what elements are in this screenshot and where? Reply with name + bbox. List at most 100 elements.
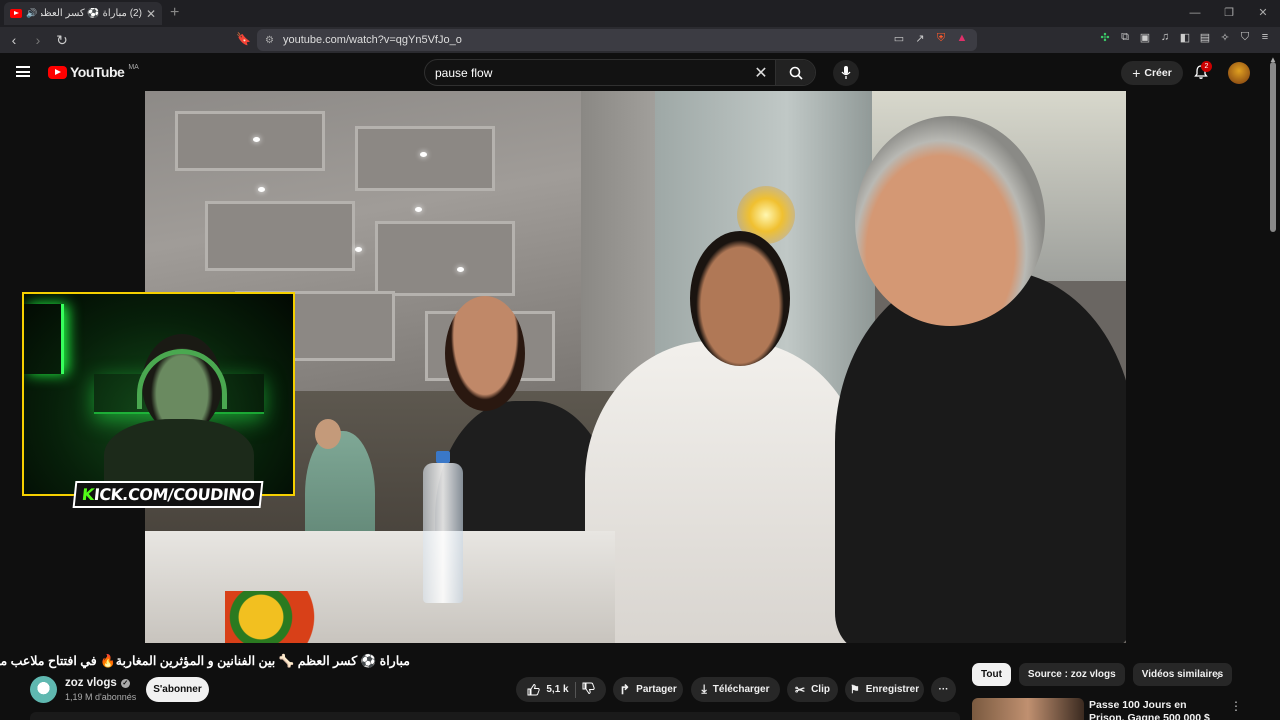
channel-name[interactable]: zoz vlogs ✓ <box>65 677 130 689</box>
verified-badge-icon: ✓ <box>120 678 130 688</box>
speaker-icon[interactable]: 🔊 <box>26 8 37 19</box>
youtube-header: YouTube MA pause flow ✕ + Créer 2 <box>0 53 1280 91</box>
notification-badge: 2 <box>1201 61 1212 72</box>
subscriber-count: 1,19 M d'abonnés <box>65 692 137 702</box>
recommendation-title[interactable]: Passe 100 Jours en Prison, Gagne 500 000… <box>1089 699 1224 720</box>
cast-icon[interactable]: ▭ <box>892 32 906 46</box>
extensions-puzzle-icon[interactable]: ⧉ <box>1118 31 1132 47</box>
window-controls: — ❐ ✕ <box>1178 0 1280 27</box>
browser-tabstrip: 🔊 (2) مباراة ⚽ كسر العظم 🦴 بين ✕ + — ❐ ✕ <box>0 0 1280 27</box>
url-text: youtube.com/watch?v=qgYn5VfJo_o <box>282 34 462 46</box>
browser-tab-youtube[interactable]: 🔊 (2) مباراة ⚽ كسر العظم 🦴 بين ✕ <box>4 2 162 25</box>
search-box: pause flow ✕ <box>424 59 816 86</box>
chips-next-icon[interactable]: › <box>1216 667 1221 683</box>
kick-channel-watermark: KICK.COM/COUDINO <box>72 481 264 508</box>
youtube-play-icon <box>48 65 67 79</box>
share-button[interactable]: ↱ Partager <box>613 677 683 702</box>
streamer-facecam <box>22 292 295 496</box>
voice-search-button[interactable] <box>833 60 859 86</box>
thumbs-up-icon <box>527 683 541 696</box>
like-button[interactable]: 5,1 k <box>527 683 569 696</box>
video-person-woman-head <box>315 419 341 449</box>
forward-icon[interactable]: › <box>28 32 48 48</box>
country-badge: MA <box>128 63 139 71</box>
video-person-glasses-man-head <box>690 231 790 366</box>
video-person-grey-hair-man <box>835 271 1126 643</box>
browser-navbar: ‹ › ↻ 🔖 ⚙ youtube.com/watch?v=qgYn5VfJo_… <box>0 27 1280 53</box>
scissors-icon: ✂ <box>795 682 806 697</box>
like-dislike-group: 5,1 k <box>516 677 606 702</box>
account-avatar[interactable] <box>1228 62 1250 84</box>
vpn-icon[interactable]: ⛉ <box>1238 31 1252 47</box>
back-icon[interactable]: ‹ <box>4 32 24 48</box>
like-divider <box>574 681 576 698</box>
video-person-bearded-man-head <box>445 296 525 411</box>
browser-menu-icon[interactable]: ≡ <box>1258 31 1272 47</box>
plus-icon: + <box>1132 65 1141 81</box>
hamburger-menu-icon[interactable] <box>16 66 30 77</box>
share-label: Partager <box>636 684 677 695</box>
microphone-icon <box>841 66 851 79</box>
video-scene-fruit <box>225 591 345 643</box>
wallet-icon[interactable]: ▤ <box>1198 31 1212 47</box>
video-scene-water-bottle <box>423 451 463 603</box>
dislike-button[interactable] <box>582 682 595 698</box>
extension-toolbar: ✣ ⧉ ▣ ♫ ◧ ▤ ✧ ⛉ ≡ <box>1098 31 1272 47</box>
recommendation-menu-icon[interactable]: ⋮ <box>1230 699 1242 713</box>
address-bar[interactable]: ⚙ youtube.com/watch?v=qgYn5VfJo_o ▭ ↗ ⛨ … <box>257 29 977 51</box>
save-label: Enregistrer <box>865 684 920 695</box>
like-count: 5,1 k <box>546 684 569 695</box>
restore-button[interactable]: ❐ <box>1212 0 1246 27</box>
create-button[interactable]: + Créer <box>1121 61 1183 85</box>
video-person-grey-hair-man-head <box>855 116 1045 326</box>
video-title: مباراة ⚽ كسر العظم 🦴 بين الفنانين و المؤ… <box>0 654 410 668</box>
save-button[interactable]: ⚑ Enregistrer <box>845 677 924 702</box>
channel-avatar[interactable] <box>30 676 57 703</box>
video-scene-table <box>145 531 615 643</box>
sidebar-icon[interactable]: ◧ <box>1178 31 1192 47</box>
clip-button[interactable]: ✂ Clip <box>787 677 838 702</box>
music-icon[interactable]: ♫ <box>1158 31 1172 47</box>
youtube-logo[interactable]: YouTube MA <box>48 64 139 80</box>
tab-title: (2) مباراة ⚽ كسر العظم 🦴 بين <box>41 8 142 19</box>
download-label: Télécharger <box>712 684 770 695</box>
notifications-button[interactable]: 2 <box>1193 61 1212 80</box>
address-bar-actions: ▭ ↗ ⛨ ▲ <box>892 32 969 46</box>
youtube-wordmark: YouTube <box>70 64 125 80</box>
leo-icon[interactable]: ✧ <box>1218 31 1232 47</box>
download-button[interactable]: ⤓ Télécharger <box>691 677 780 702</box>
youtube-favicon-icon <box>10 9 22 18</box>
more-actions-button[interactable]: ··· <box>931 677 956 702</box>
subscribe-button[interactable]: S'abonner <box>146 677 209 702</box>
minimize-button[interactable]: — <box>1178 0 1212 27</box>
extension-box-icon[interactable]: ▣ <box>1138 31 1152 47</box>
download-icon: ⤓ <box>701 682 707 696</box>
rewards-icon[interactable]: ▲ <box>955 32 969 46</box>
description-box-edge <box>30 712 960 720</box>
share-page-icon[interactable]: ↗ <box>913 32 927 46</box>
site-info-icon[interactable]: ⚙ <box>265 35 274 46</box>
channel-name-text[interactable]: zoz vlogs <box>65 677 117 689</box>
close-tab-icon[interactable]: ✕ <box>146 7 156 21</box>
chip-all[interactable]: Tout <box>972 663 1011 686</box>
bookmark-save-icon: ⚑ <box>849 684 860 696</box>
related-filter-chips: Tout Source : zoz vlogs Vidéos similaire… <box>972 663 1233 686</box>
video-person-glasses-man <box>585 341 865 643</box>
reload-icon[interactable]: ↻ <box>52 32 72 49</box>
search-input[interactable]: pause flow <box>425 66 747 80</box>
search-button[interactable] <box>775 60 815 85</box>
page-scrollbar[interactable] <box>1270 62 1276 232</box>
bookmark-icon[interactable]: 🔖 <box>236 32 251 46</box>
clear-search-icon[interactable]: ✕ <box>747 63 775 83</box>
recommendation-thumbnail[interactable] <box>972 698 1084 720</box>
chip-source-channel[interactable]: Source : zoz vlogs <box>1018 663 1125 686</box>
search-icon <box>789 66 803 80</box>
thumbs-down-icon <box>582 682 595 694</box>
facecam-neon-light <box>24 304 64 374</box>
clip-label: Clip <box>811 684 830 695</box>
close-window-button[interactable]: ✕ <box>1246 0 1280 27</box>
extension-green-icon[interactable]: ✣ <box>1098 31 1112 47</box>
create-label: Créer <box>1144 67 1172 79</box>
new-tab-button[interactable]: + <box>170 4 179 22</box>
brave-shield-icon[interactable]: ⛨ <box>934 32 948 46</box>
